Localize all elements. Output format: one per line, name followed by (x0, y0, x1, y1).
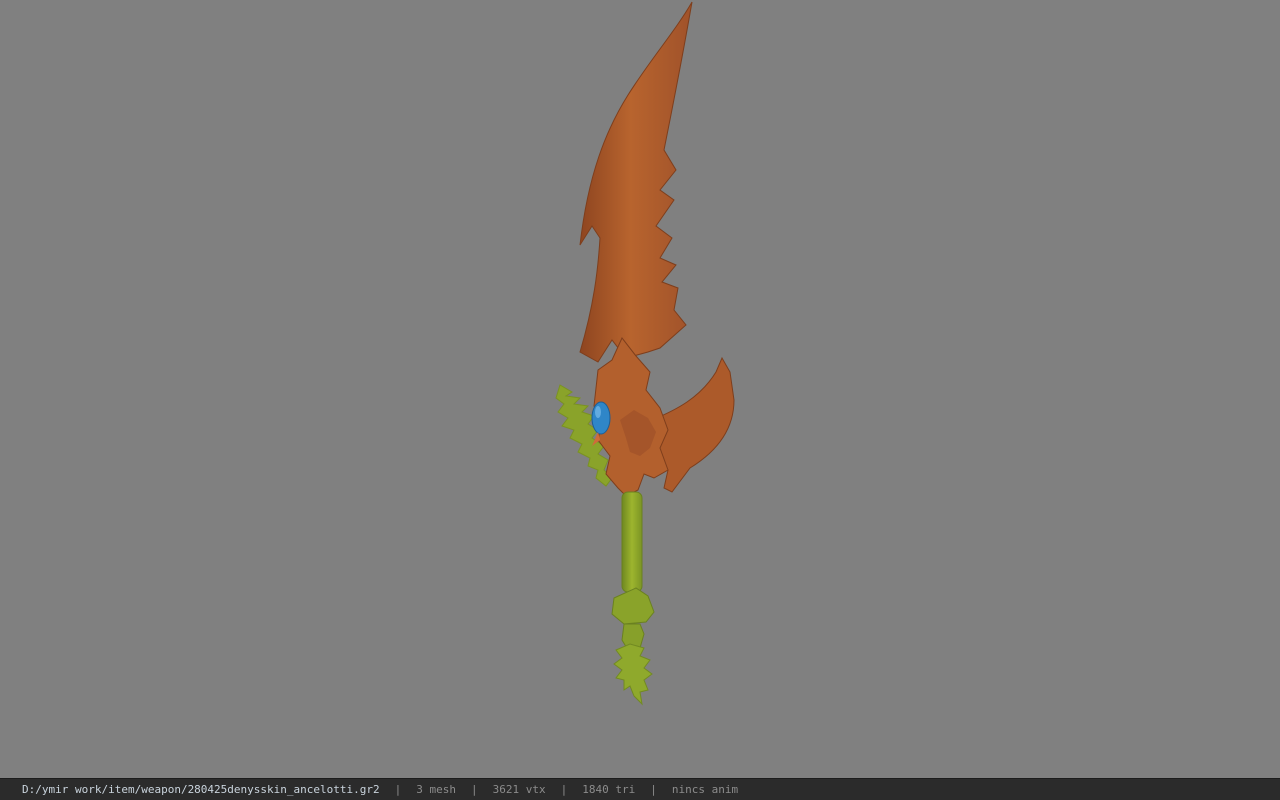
model-render (555, 1, 735, 706)
blade (579, 1, 693, 363)
file-path-label: D:/ymir work/item/weapon/280425denysskin… (22, 783, 380, 796)
gem-icon (591, 401, 611, 435)
status-bar: D:/ymir work/item/weapon/280425denysskin… (0, 778, 1280, 800)
3d-viewport[interactable] (0, 0, 1280, 778)
mesh-count-label: 3 mesh (416, 783, 456, 796)
grip (621, 491, 643, 593)
separator: | (560, 783, 568, 796)
separator: | (650, 783, 657, 796)
separator: | (394, 783, 402, 796)
anim-status-label: nincs anim (671, 783, 739, 796)
triangle-count-label: 1840 tri (582, 783, 636, 796)
separator: | (471, 783, 478, 796)
pommel (611, 587, 655, 625)
tassel-leaf (613, 643, 653, 706)
vertex-count-label: 3621 vtx (492, 783, 546, 796)
